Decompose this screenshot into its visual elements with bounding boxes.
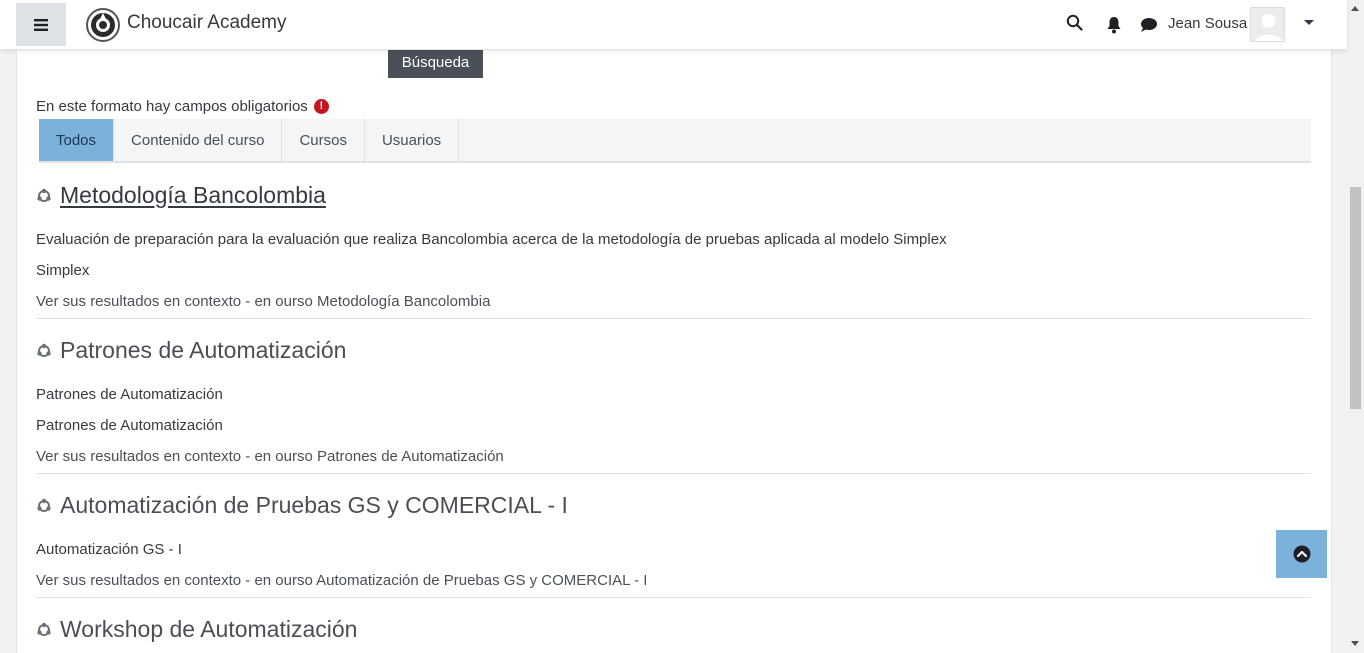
search-submit-button[interactable]: Búsqueda [388,46,483,78]
result-context-link[interactable]: Ver sus resultados en contexto - en ours… [36,286,1311,317]
site-logo[interactable] [86,8,120,42]
result-divider [36,597,1311,598]
user-avatar[interactable] [1250,7,1285,42]
scroll-up-arrow-icon[interactable] [1351,6,1359,11]
logo-icon [91,13,115,37]
search-result: Workshop de Automatización [36,616,1311,643]
quiz-module-icon [37,343,51,357]
result-title-link[interactable]: Metodología Bancolombia [60,182,326,209]
result-description: Simplex [36,262,90,279]
quiz-module-icon [37,188,51,202]
tab-contenido-del-curso[interactable]: Contenido del curso [114,119,283,161]
result-title-row: Patrones de Automatización [36,337,1311,364]
user-name[interactable]: Jean Sousa [1168,15,1247,32]
search-icon [1066,14,1083,31]
search-area-tabs: Todos Contenido del curso Cursos Usuario… [39,119,1311,163]
result-title-link[interactable]: Workshop de Automatización [60,616,357,643]
result-context-link[interactable]: Ver sus resultados en contexto - en ours… [36,565,1311,596]
result-description: Evaluación de preparación para la evalua… [36,231,947,248]
result-divider [36,473,1311,474]
result-title-row: Workshop de Automatización [36,616,1311,643]
result-title-link[interactable]: Automatización de Pruebas GS y COMERCIAL… [60,492,568,519]
result-description: Patrones de Automatización [36,417,223,434]
tab-cursos[interactable]: Cursos [282,119,365,161]
chevron-up-circle-icon [1293,545,1310,563]
quiz-module-icon [37,498,51,512]
result-title-link[interactable]: Patrones de Automatización [60,337,346,364]
tab-usuarios[interactable]: Usuarios [365,119,460,161]
hamburger-menu-button[interactable] [16,3,66,46]
messages-button[interactable] [1140,17,1158,33]
site-brand-name[interactable]: Choucair Academy [127,12,286,34]
result-description: Automatización GS - I [36,541,182,558]
scrollbar-thumb[interactable] [1350,187,1361,409]
result-title-row: Automatización de Pruebas GS y COMERCIAL… [36,492,1311,519]
notifications-button[interactable] [1106,16,1122,34]
result-title-row: Metodología Bancolombia [36,182,1311,209]
result-context-link[interactable]: Ver sus resultados en contexto - en ours… [36,441,1311,472]
default-avatar-icon [1251,8,1284,41]
search-result: Patrones de Automatización Patrones de A… [36,337,1311,472]
required-fields-text: En este formato hay campos obligatorios [36,98,308,115]
tab-todos[interactable]: Todos [39,119,115,161]
navbar-search-button[interactable] [1066,14,1083,31]
search-result: Automatización de Pruebas GS y COMERCIAL… [36,492,1311,596]
result-description: Patrones de Automatización [36,386,223,403]
result-divider [36,318,1311,319]
page-scrollbar[interactable] [1347,0,1364,653]
top-navbar: Choucair Academy Jean Sousa [0,0,1347,50]
required-fields-note: En este formato hay campos obligatorios … [36,98,329,115]
scroll-down-arrow-icon[interactable] [1351,641,1359,646]
quiz-module-icon [37,622,51,636]
back-to-top-button[interactable] [1276,530,1327,578]
search-result: Metodología Bancolombia Evaluación de pr… [36,182,1311,317]
chat-icon [1141,18,1157,32]
user-menu-caret-down-icon[interactable] [1304,20,1314,25]
bell-icon [1107,17,1121,34]
required-exclamation-icon: ! [313,99,329,114]
hamburger-menu-icon [34,18,48,31]
